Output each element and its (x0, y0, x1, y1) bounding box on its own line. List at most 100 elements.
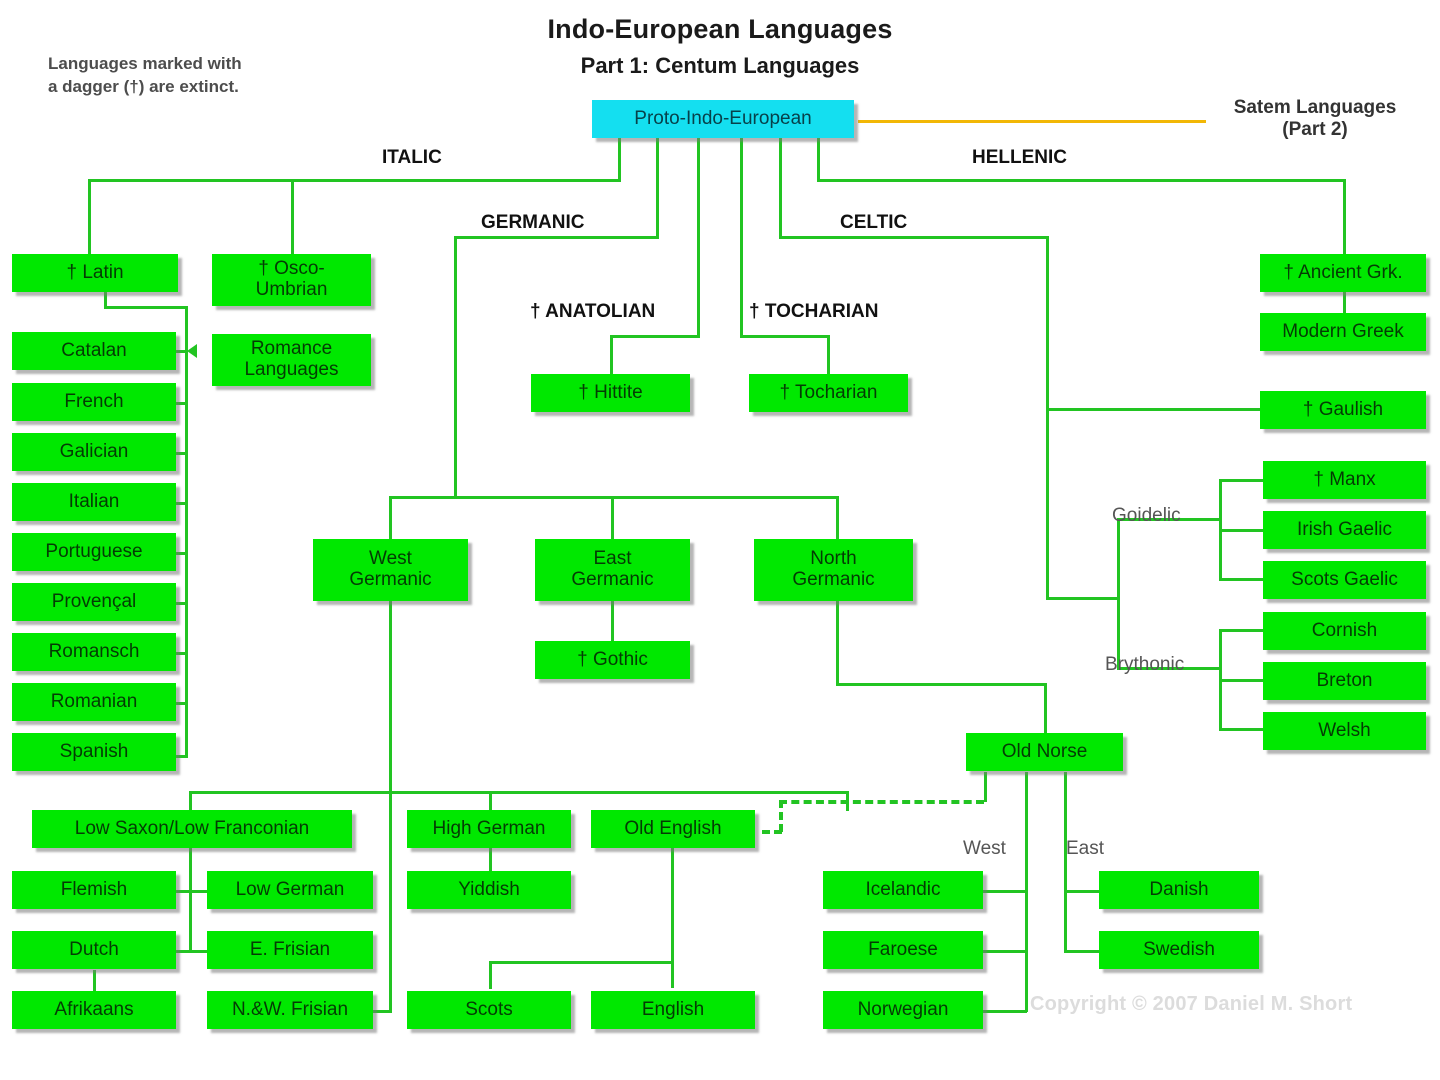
connector-old-english-spine (671, 848, 674, 988)
connector-norse-english-influence-tip (762, 830, 782, 834)
connector-tocharian-bar (740, 335, 830, 338)
node-italian[interactable]: Italian (12, 483, 176, 521)
connector-west-germanic-spine (389, 601, 392, 1007)
connector-tocharian-drop (827, 335, 830, 375)
node-modern-greek[interactable]: Modern Greek (1260, 313, 1426, 351)
connector-norwegian (982, 1010, 1027, 1013)
node-catalan[interactable]: Catalan (12, 332, 176, 370)
connector-hellenic-bar (817, 179, 1346, 182)
node-north-germanic[interactable]: North Germanic (754, 539, 913, 601)
connector-east-germanic (611, 496, 614, 541)
connector-celtic-bar (779, 236, 1049, 239)
branch-label-norse-east: East (1066, 838, 1105, 859)
page-subtitle: Part 1: Centum Languages (580, 53, 860, 78)
connector-lowsaxon-spine (189, 848, 192, 953)
connector-west-germanic (389, 496, 392, 541)
node-flemish[interactable]: Flemish (12, 871, 176, 909)
node-tocharian[interactable]: † Tocharian (749, 374, 908, 412)
node-low-saxon-low-franconian[interactable]: Low Saxon/Low Franconian (32, 810, 352, 848)
node-gothic[interactable]: † Gothic (535, 641, 690, 679)
connector-italic-bar (88, 179, 621, 182)
connector-celtic-gaulish (1046, 408, 1261, 411)
node-provencal[interactable]: Provençal (12, 583, 176, 621)
connector-faroese (982, 950, 1027, 953)
node-west-germanic[interactable]: West Germanic (313, 539, 468, 601)
node-scots[interactable]: Scots (407, 991, 571, 1029)
connector-french (176, 402, 188, 405)
node-welsh[interactable]: Welsh (1263, 712, 1426, 750)
node-ancient-greek[interactable]: † Ancient Grk. (1260, 254, 1426, 292)
connector-germanic-split (389, 496, 839, 499)
connector-italic-stub (618, 138, 621, 182)
connector-ancient-to-modern-greek (1343, 288, 1346, 315)
connector-celtic-goidelic-brythonic (1117, 518, 1120, 670)
connector-irish-gaelic (1219, 529, 1264, 532)
connector-provencal (176, 602, 188, 605)
node-hittite[interactable]: † Hittite (531, 374, 690, 412)
node-french[interactable]: French (12, 383, 176, 421)
node-old-norse[interactable]: Old Norse (966, 733, 1123, 771)
branch-label-germanic: GERMANIC (481, 212, 585, 233)
connector-germanic-drop (454, 236, 457, 498)
node-high-german[interactable]: High German (407, 810, 571, 848)
node-swedish[interactable]: Swedish (1099, 931, 1259, 969)
connector-scots-drop (489, 961, 492, 989)
node-proto-indo-european[interactable]: Proto-Indo-European (592, 100, 854, 138)
connector-old-norse-left-stub (984, 772, 987, 802)
connector-old-norse-drop (1044, 683, 1047, 733)
node-low-german[interactable]: Low German (207, 871, 373, 909)
connector-to-old-norse-bar (836, 683, 1047, 686)
romance-arrow-icon (187, 344, 197, 358)
connector-italic-latin (88, 179, 91, 256)
connector-danish (1064, 890, 1100, 893)
node-e-frisian[interactable]: E. Frisian (207, 931, 373, 969)
branch-label-celtic: CELTIC (840, 212, 908, 233)
connector-galician (176, 452, 188, 455)
node-romansch[interactable]: Romansch (12, 633, 176, 671)
connector-icelandic (982, 890, 1027, 893)
node-east-germanic[interactable]: East Germanic (535, 539, 690, 601)
node-old-english[interactable]: Old English (591, 810, 755, 848)
connector-tocharian-stub (740, 138, 743, 338)
connector-norse-east-spine (1064, 772, 1067, 952)
connector-hellenic-drop (1343, 179, 1346, 256)
connector-hellenic-stub (817, 138, 820, 182)
node-afrikaans[interactable]: Afrikaans (12, 991, 176, 1029)
connector-latin-to-spine (104, 306, 187, 309)
node-galician[interactable]: Galician (12, 433, 176, 471)
connector-scots-bar (489, 961, 674, 964)
node-gaulish[interactable]: † Gaulish (1260, 391, 1426, 429)
node-cornish[interactable]: Cornish (1263, 612, 1426, 650)
copyright-notice: Copyright © 2007 Daniel M. Short (1030, 993, 1353, 1015)
node-spanish[interactable]: Spanish (12, 733, 176, 771)
diagram-canvas: Indo-European Languages Part 1: Centum L… (0, 0, 1440, 1080)
node-scots-gaelic[interactable]: Scots Gaelic (1263, 561, 1426, 599)
connector-celtic-stub (779, 138, 782, 238)
node-dutch[interactable]: Dutch (12, 931, 176, 969)
connector-spanish (176, 755, 188, 758)
connector-cornish (1219, 629, 1264, 632)
node-romance-languages[interactable]: Romance Languages (212, 334, 371, 386)
node-faroese[interactable]: Faroese (823, 931, 983, 969)
node-norwegian[interactable]: Norwegian (823, 991, 983, 1029)
node-danish[interactable]: Danish (1099, 871, 1259, 909)
node-breton[interactable]: Breton (1263, 662, 1426, 700)
node-icelandic[interactable]: Icelandic (823, 871, 983, 909)
connector-west-germanic-bar (189, 791, 849, 794)
node-irish-gaelic[interactable]: Irish Gaelic (1263, 511, 1426, 549)
node-nw-frisian[interactable]: N.&W. Frisian (207, 991, 373, 1029)
connector-old-english (846, 791, 849, 811)
connector-low-saxon (189, 791, 192, 811)
satem-languages-note: Satem Languages (Part 2) (1233, 97, 1397, 140)
connector-anatolian-stub (697, 138, 700, 338)
node-portuguese[interactable]: Portuguese (12, 533, 176, 571)
node-romanian[interactable]: Romanian (12, 683, 176, 721)
node-yiddish[interactable]: Yiddish (407, 871, 571, 909)
branch-label-anatolian: † ANATOLIAN (530, 301, 656, 322)
node-latin[interactable]: † Latin (12, 254, 178, 292)
node-manx[interactable]: † Manx (1263, 461, 1426, 499)
node-english[interactable]: English (591, 991, 755, 1029)
branch-label-tocharian: † TOCHARIAN (749, 301, 879, 322)
connector-anatolian-hittite (610, 335, 613, 375)
node-osco-umbrian[interactable]: † Osco- Umbrian (212, 254, 371, 306)
